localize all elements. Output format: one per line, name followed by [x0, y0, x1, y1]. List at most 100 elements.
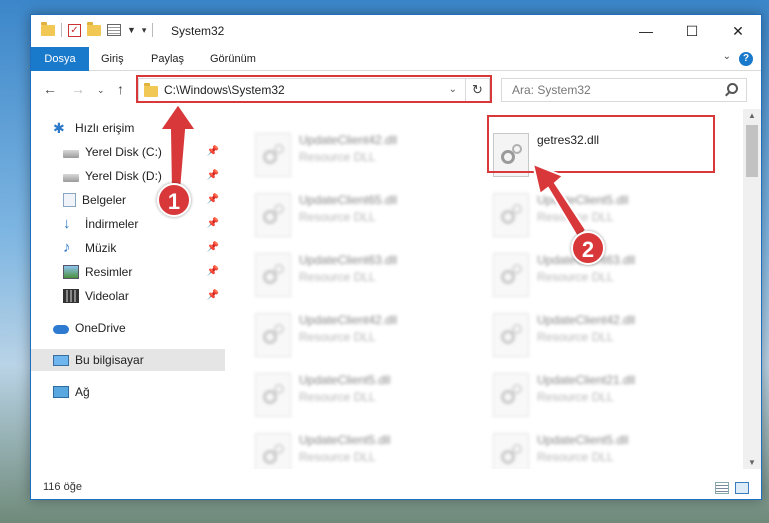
sidebar-item-onedrive[interactable]: OneDrive [31, 317, 225, 339]
file-name: UpdateClient42.dll [537, 313, 636, 327]
pin-icon[interactable]: 📌 [207, 266, 219, 277]
file-name: UpdateClient65.dll [299, 193, 398, 207]
sidebar-item-network[interactable]: Ağ [31, 381, 225, 403]
file-name: UpdateClient21.dll [537, 373, 636, 387]
pin-icon[interactable]: 📌 [207, 146, 219, 157]
up-arrow-icon[interactable]: ↑ [117, 81, 124, 97]
sidebar-item-label: Müzik [85, 241, 117, 255]
file-type: Resource DLL [299, 390, 376, 404]
videos-icon [63, 289, 79, 303]
file-item[interactable]: UpdateClient21.dll Resource DLL [463, 369, 693, 425]
onedrive-icon [53, 325, 69, 334]
pin-icon[interactable]: 📌 [207, 242, 219, 253]
sidebar-item-this-pc[interactable]: Bu bilgisayar [31, 349, 225, 371]
file-item-getres32[interactable]: getres32.dll [463, 129, 693, 185]
scroll-down-icon[interactable]: ▼ [743, 458, 761, 467]
file-type: Resource DLL [299, 450, 376, 464]
tab-file[interactable]: Dosya [31, 47, 89, 71]
file-explorer-window: ✓ ▼ ▾ System32 — ☐ ✕ Dosya Giriş Paylaş … [30, 14, 762, 500]
item-count: 116 öğe [43, 481, 82, 493]
scroll-up-icon[interactable]: ▲ [743, 111, 761, 120]
pictures-icon [63, 265, 79, 279]
sidebar-item-pictures[interactable]: Resimler 📌 [31, 261, 225, 283]
status-bar: 116 öğe [31, 477, 761, 499]
pin-icon[interactable]: 📌 [207, 290, 219, 301]
sidebar-item-local-disk-c[interactable]: Yerel Disk (C:) 📌 [31, 141, 225, 163]
chevron-down-icon[interactable]: ⌄ [449, 84, 457, 95]
file-type: Resource DLL [299, 270, 376, 284]
new-folder-icon[interactable] [87, 21, 101, 36]
music-icon: ♪ [63, 239, 71, 256]
tab-home[interactable]: Giriş [89, 47, 136, 71]
navigation-pane: ✱ Hızlı erişim Yerel Disk (C:) 📌 Yerel D… [31, 109, 225, 469]
pin-icon[interactable]: 📌 [207, 170, 219, 181]
step-1-badge: 1 [157, 183, 191, 217]
documents-icon [63, 193, 76, 207]
file-item[interactable]: UpdateClient42.dll Resource DLL [225, 309, 455, 365]
search-icon[interactable] [727, 83, 738, 94]
address-bar[interactable]: C:\Windows\System32 ⌄ ↻ [138, 78, 490, 102]
tab-share[interactable]: Paylaş [139, 47, 196, 71]
tab-view[interactable]: Görünüm [198, 47, 268, 71]
title-bar: ✓ ▼ ▾ System32 — ☐ ✕ [31, 15, 761, 47]
search-input[interactable]: Ara: System32 [512, 83, 591, 97]
help-button[interactable]: ? [739, 52, 753, 66]
sidebar-item-quick-access[interactable]: ✱ Hızlı erişim [31, 117, 225, 139]
maximize-button[interactable]: ☐ [669, 15, 715, 47]
file-item[interactable]: UpdateClient5.dll Resource DLL [225, 429, 455, 469]
forward-arrow-icon[interactable]: → [71, 81, 85, 97]
file-type: Resource DLL [299, 150, 376, 164]
network-icon [53, 386, 69, 398]
sidebar-item-label: Ağ [75, 385, 90, 399]
file-name: UpdateClient5.dll [537, 193, 629, 207]
sidebar-item-music[interactable]: ♪ Müzik 📌 [31, 237, 225, 259]
file-item[interactable]: UpdateClient42.dll Resource DLL [225, 129, 455, 185]
properties-icon[interactable] [107, 24, 121, 36]
dll-file-icon [255, 133, 291, 177]
star-icon: ✱ [53, 120, 65, 136]
large-icons-view-icon[interactable] [735, 482, 749, 494]
dll-file-icon [255, 313, 291, 357]
window-controls: — ☐ ✕ [623, 15, 761, 47]
close-button[interactable]: ✕ [715, 15, 761, 47]
sidebar-item-videos[interactable]: Videolar 📌 [31, 285, 225, 307]
ribbon-tabs: Dosya Giriş Paylaş Görünüm ⌄ ? [31, 47, 761, 71]
computer-icon [53, 354, 69, 366]
folder-icon[interactable] [41, 21, 55, 36]
chevron-down-icon[interactable]: ▼ [127, 25, 136, 35]
dll-file-icon [255, 373, 291, 417]
file-type: Resource DLL [299, 210, 376, 224]
file-item[interactable]: UpdateClient63.dll Resource DLL [225, 249, 455, 305]
back-arrow-icon[interactable]: ← [43, 81, 57, 97]
sidebar-item-label: İndirmeler [85, 217, 139, 231]
file-name: UpdateClient5.dll [537, 433, 629, 447]
minimize-button[interactable]: — [623, 15, 669, 47]
vertical-scrollbar[interactable]: ▲ ▼ [743, 109, 761, 469]
recent-locations-icon[interactable]: ⌄ [97, 85, 105, 96]
dll-file-icon [493, 253, 529, 297]
details-view-icon[interactable] [715, 482, 729, 494]
expand-ribbon-icon[interactable]: ⌄ [723, 51, 731, 62]
address-path[interactable]: C:\Windows\System32 [164, 83, 285, 97]
file-item[interactable]: UpdateClient42.dll Resource DLL [463, 309, 693, 365]
customize-toolbar-icon[interactable]: ▾ [142, 25, 147, 36]
file-type: Resource DLL [537, 270, 614, 284]
file-item[interactable]: UpdateClient5.dll Resource DLL [463, 429, 693, 469]
sidebar-item-downloads[interactable]: ↓ İndirmeler 📌 [31, 213, 225, 235]
sidebar-item-local-disk-d[interactable]: Yerel Disk (D:) 📌 [31, 165, 225, 187]
file-type: Resource DLL [537, 390, 614, 404]
refresh-icon[interactable]: ↻ [465, 79, 489, 101]
sidebar-item-documents[interactable]: Belgeler 📌 [31, 189, 225, 211]
sidebar-item-label: Yerel Disk (C:) [85, 145, 162, 159]
file-item[interactable]: UpdateClient5.dll Resource DLL [225, 369, 455, 425]
file-type: Resource DLL [537, 330, 614, 344]
pin-icon[interactable]: 📌 [207, 194, 219, 205]
file-name: UpdateClient5.dll [299, 373, 391, 387]
search-box[interactable]: Ara: System32 [501, 78, 747, 102]
file-item[interactable]: UpdateClient65.dll Resource DLL [225, 189, 455, 245]
properties-check-icon[interactable]: ✓ [68, 23, 81, 37]
dll-file-icon [493, 313, 529, 357]
pin-icon[interactable]: 📌 [207, 218, 219, 229]
scroll-thumb[interactable] [746, 125, 758, 177]
dll-file-icon [493, 433, 529, 469]
